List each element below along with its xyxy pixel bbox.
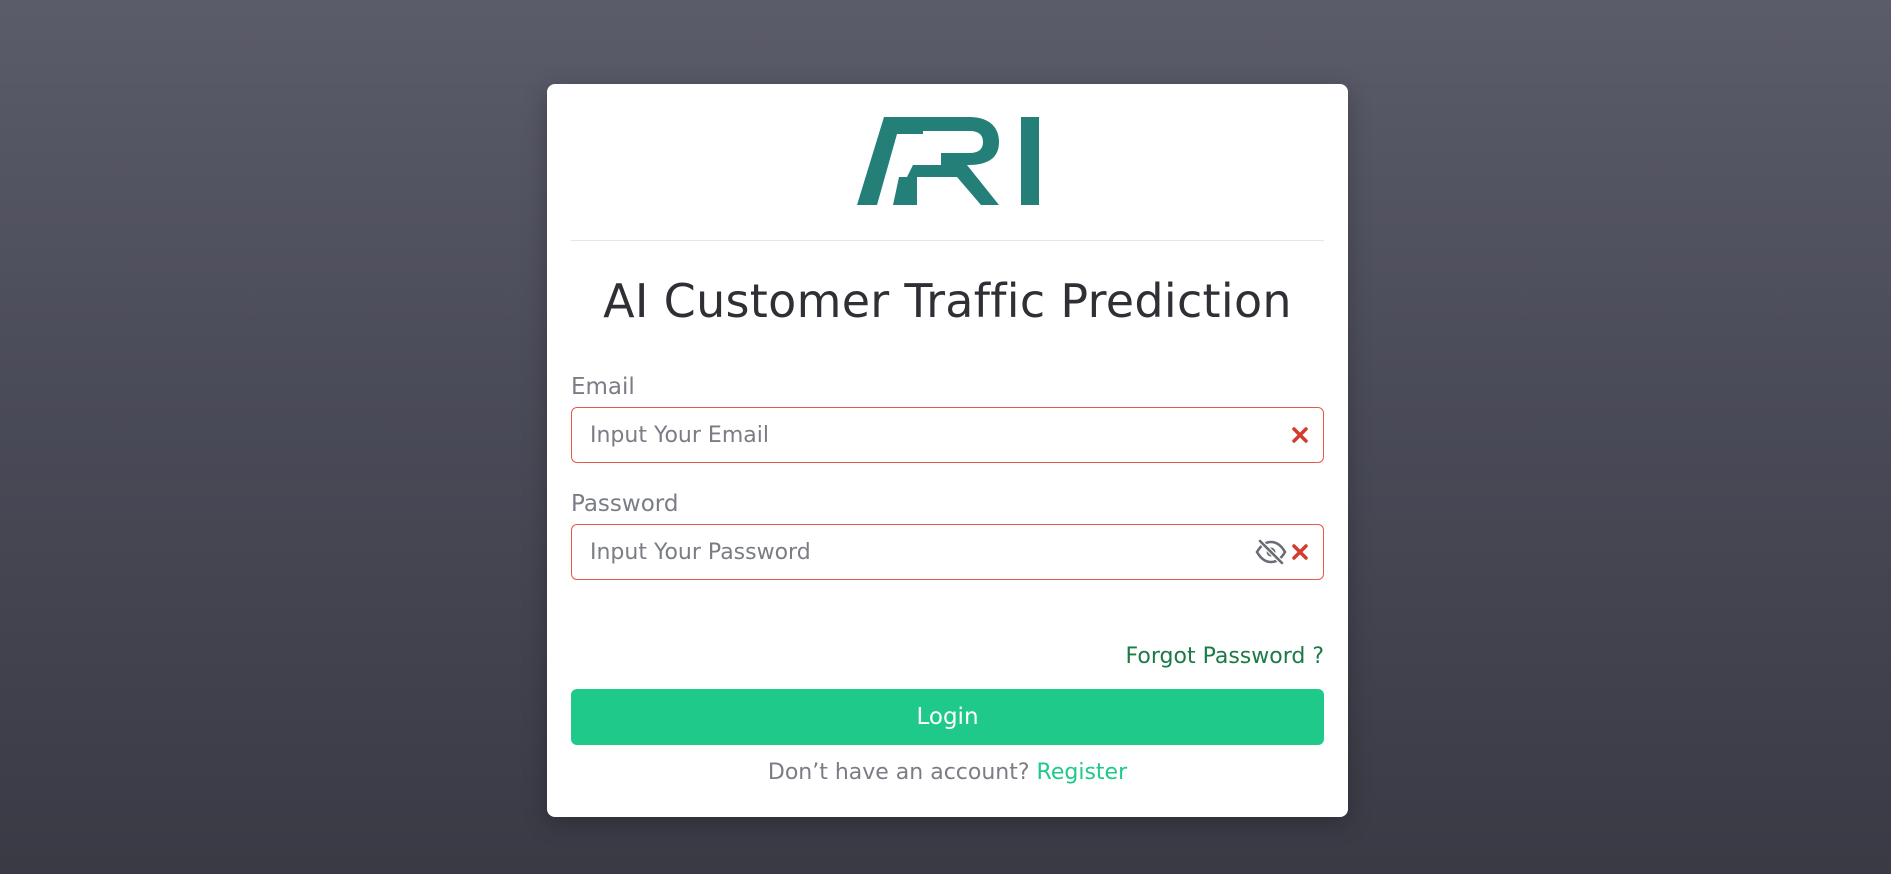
password-label: Password: [571, 491, 679, 517]
login-button[interactable]: Login: [571, 689, 1324, 745]
email-label: Email: [571, 374, 635, 400]
forgot-password-link[interactable]: Forgot Password ?: [1126, 644, 1324, 669]
password-field-wrapper: [571, 524, 1324, 580]
register-link[interactable]: Register: [1037, 760, 1128, 785]
login-card: AI Customer Traffic Prediction Email Pas…: [547, 84, 1348, 817]
password-input[interactable]: [572, 525, 1212, 579]
logo-header: [571, 84, 1324, 241]
no-account-text: Don’t have an account?: [767, 760, 1037, 785]
close-icon[interactable]: [1289, 541, 1311, 563]
eye-slash-icon[interactable]: [1255, 539, 1287, 565]
ari-logo: [856, 117, 1039, 205]
close-icon[interactable]: [1289, 424, 1311, 446]
page-title: AI Customer Traffic Prediction: [603, 274, 1292, 328]
register-row: Don’t have an account? Register: [547, 760, 1348, 785]
email-field-wrapper: [571, 407, 1324, 463]
email-input[interactable]: [572, 408, 1212, 462]
